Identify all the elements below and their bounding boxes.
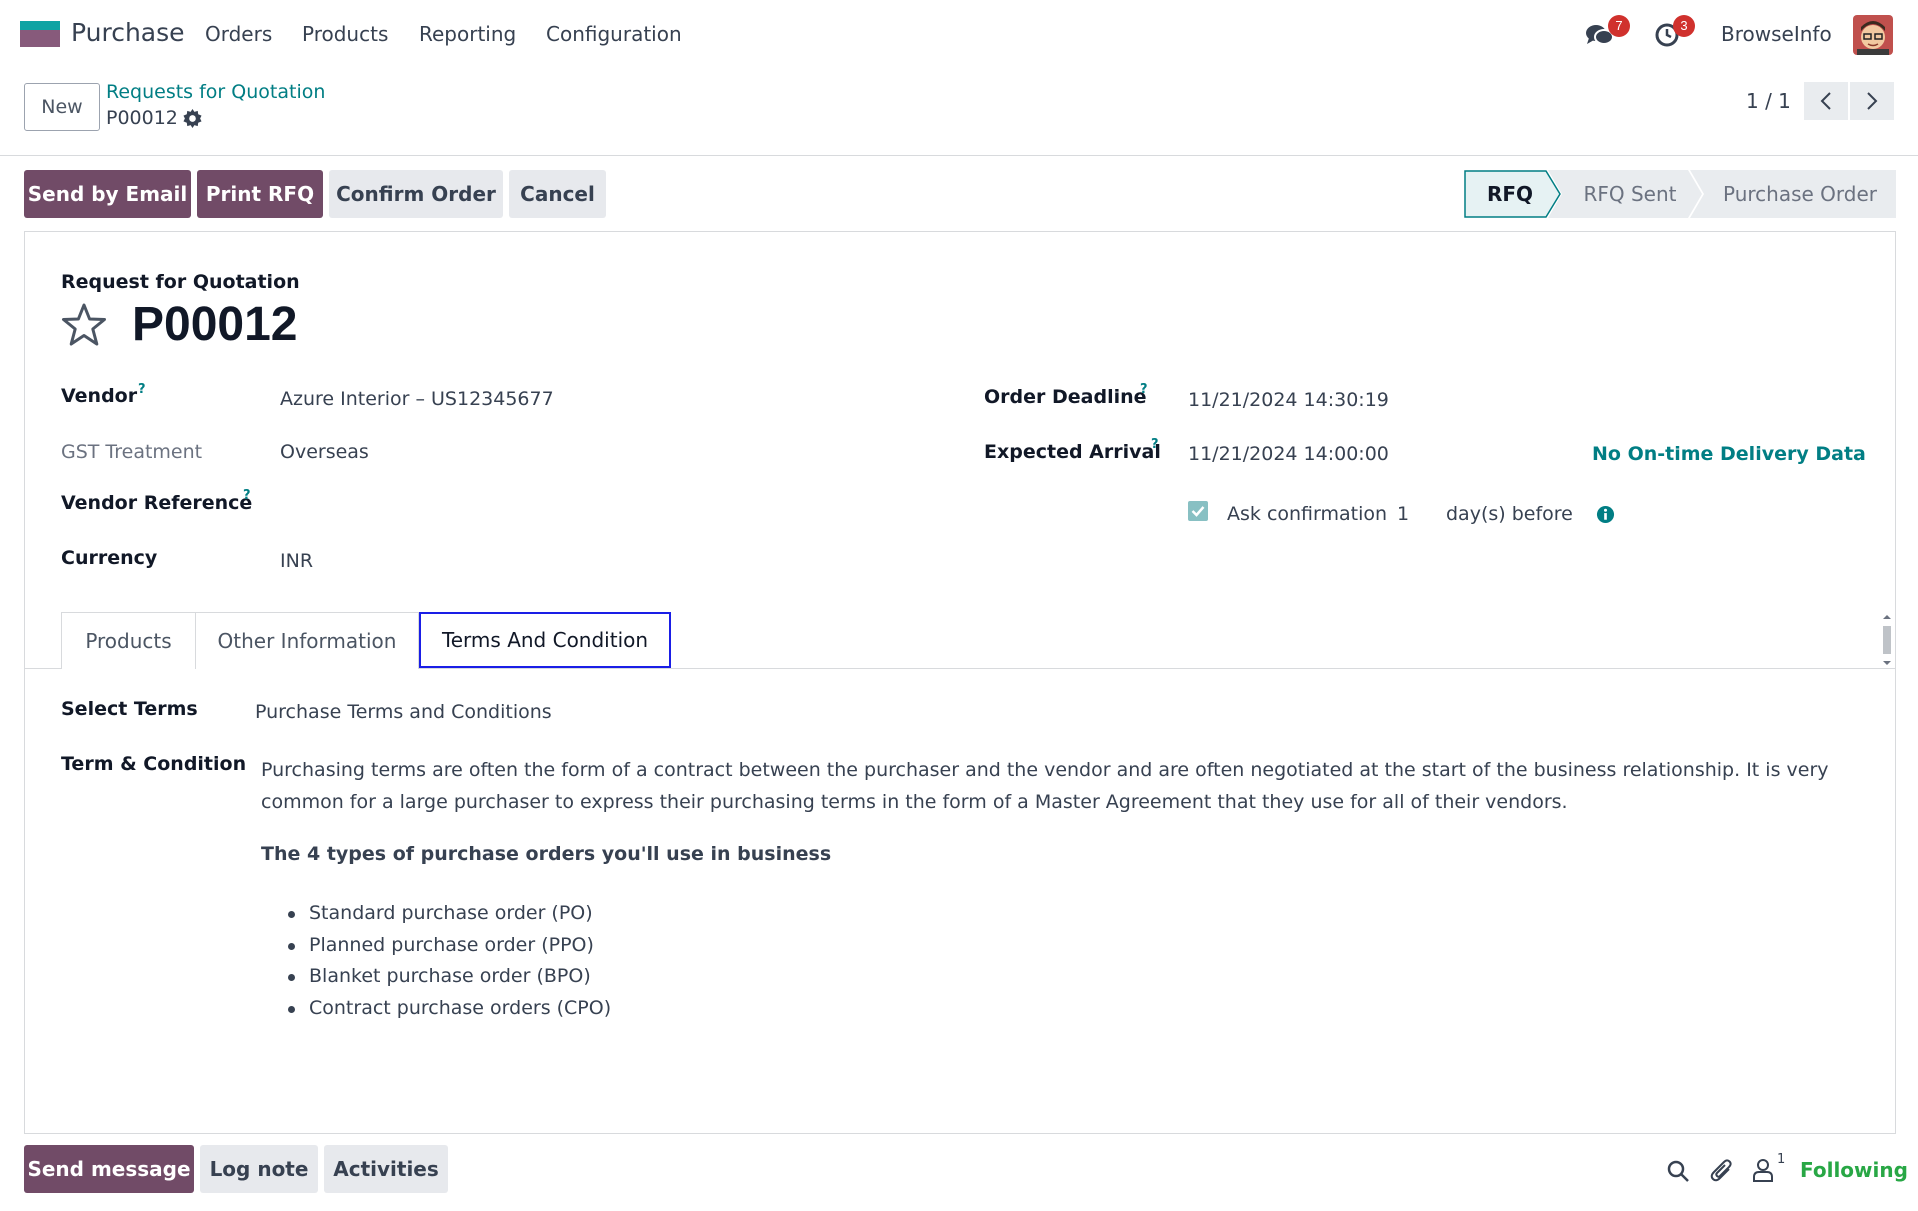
currency-label: Currency [61,547,158,569]
top-navbar: Purchase Orders Products Reporting Confi… [0,0,1918,68]
vendor-reference-help-icon[interactable]: ? [243,488,251,503]
gst-treatment-label: GST Treatment [61,441,203,463]
activities-button[interactable]: Activities [324,1145,448,1193]
status-bar: RFQ RFQ Sent Purchase Order [1464,170,1896,218]
new-button[interactable]: New [24,83,100,131]
user-avatar[interactable] [1853,15,1893,55]
term-condition-label: Term & Condition [61,753,247,775]
app-name[interactable]: Purchase [71,18,185,47]
followers-count: 1 [1777,1152,1786,1167]
pager-next-button[interactable] [1850,82,1894,120]
order-deadline-field[interactable]: 11/21/2024 14:30:19 [1188,389,1389,411]
followers-icon[interactable] [1752,1158,1774,1187]
star-icon[interactable] [61,303,107,352]
currency-field[interactable]: INR [280,550,313,572]
activities-badge: 3 [1673,15,1695,37]
ask-confirmation-checkbox[interactable] [1188,501,1208,521]
pager-value[interactable]: 1 / 1 [1746,89,1791,113]
terms-paragraph[interactable]: Purchasing terms are often the form of a… [261,754,1861,818]
list-item: Blanket purchase order (BPO) [261,961,611,993]
reminder-days-field[interactable]: 1 [1397,503,1409,525]
days-before-label: day(s) before [1446,503,1573,525]
vendor-label: Vendor [61,385,138,407]
expected-arrival-label: Expected Arrival [984,441,1161,463]
menu-products[interactable]: Products [302,22,388,46]
chevron-left-icon [1820,92,1831,110]
terms-heading: The 4 types of purchase orders you'll us… [261,843,832,865]
stage-rfq[interactable]: RFQ [1464,170,1556,218]
list-item: Contract purchase orders (CPO) [261,993,611,1025]
on-time-delivery-link[interactable]: No On-time Delivery Data [1592,443,1866,465]
expected-arrival-field[interactable]: 11/21/2024 14:00:00 [1188,443,1389,465]
vendor-help-icon[interactable]: ? [138,382,146,397]
checkmark-icon [1191,506,1205,517]
purchase-order-types-list: Standard purchase order (PO) Planned pur… [261,898,611,1024]
paperclip-icon[interactable] [1710,1158,1734,1189]
stage-rfq-sent[interactable]: RFQ Sent [1560,170,1700,218]
menu-configuration[interactable]: Configuration [546,22,682,46]
following-button[interactable]: Following [1800,1158,1908,1182]
control-panel-divider [0,155,1918,156]
tab-products[interactable]: Products [61,612,196,669]
order-deadline-help-icon[interactable]: ? [1140,382,1148,397]
pager-previous-button[interactable] [1804,82,1848,120]
form-subtitle: Request for Quotation [61,271,300,293]
print-rfq-button[interactable]: Print RFQ [197,170,323,218]
tab-other-information[interactable]: Other Information [195,612,419,669]
info-icon[interactable] [1596,505,1615,529]
company-switcher[interactable]: BrowseInfo [1721,22,1832,46]
breadcrumb-requests-for-quotation[interactable]: Requests for Quotation [106,81,325,103]
select-terms-label: Select Terms [61,698,198,720]
gear-icon[interactable] [183,109,202,133]
menu-reporting[interactable]: Reporting [419,22,516,46]
ask-confirmation-label: Ask confirmation [1227,503,1388,525]
select-terms-field[interactable]: Purchase Terms and Conditions [255,701,552,723]
order-deadline-label: Order Deadline [984,386,1147,408]
messages-badge: 7 [1608,15,1630,37]
tabs-scrollbar[interactable] [1881,614,1893,666]
expected-arrival-help-icon[interactable]: ? [1151,437,1159,452]
chevron-right-icon [1867,92,1878,110]
tab-terms-and-condition[interactable]: Terms And Condition [419,612,671,668]
log-note-button[interactable]: Log note [200,1145,318,1193]
cancel-button[interactable]: Cancel [509,170,606,218]
form-title: P00012 [132,298,298,351]
search-icon[interactable] [1666,1159,1690,1188]
purchase-app-icon[interactable] [20,21,60,47]
gst-treatment-field[interactable]: Overseas [280,441,369,463]
confirm-order-button[interactable]: Confirm Order [329,170,503,218]
breadcrumb-current-record: P00012 [106,107,178,129]
vendor-field[interactable]: Azure Interior – US12345677 [280,388,554,410]
list-item: Planned purchase order (PPO) [261,930,611,962]
send-message-button[interactable]: Send message [24,1145,194,1193]
stage-purchase-order[interactable]: Purchase Order [1704,170,1896,218]
vendor-reference-label: Vendor Reference [61,492,253,514]
send-by-email-button[interactable]: Send by Email [24,170,191,218]
menu-orders[interactable]: Orders [205,22,272,46]
list-item: Standard purchase order (PO) [261,898,611,930]
